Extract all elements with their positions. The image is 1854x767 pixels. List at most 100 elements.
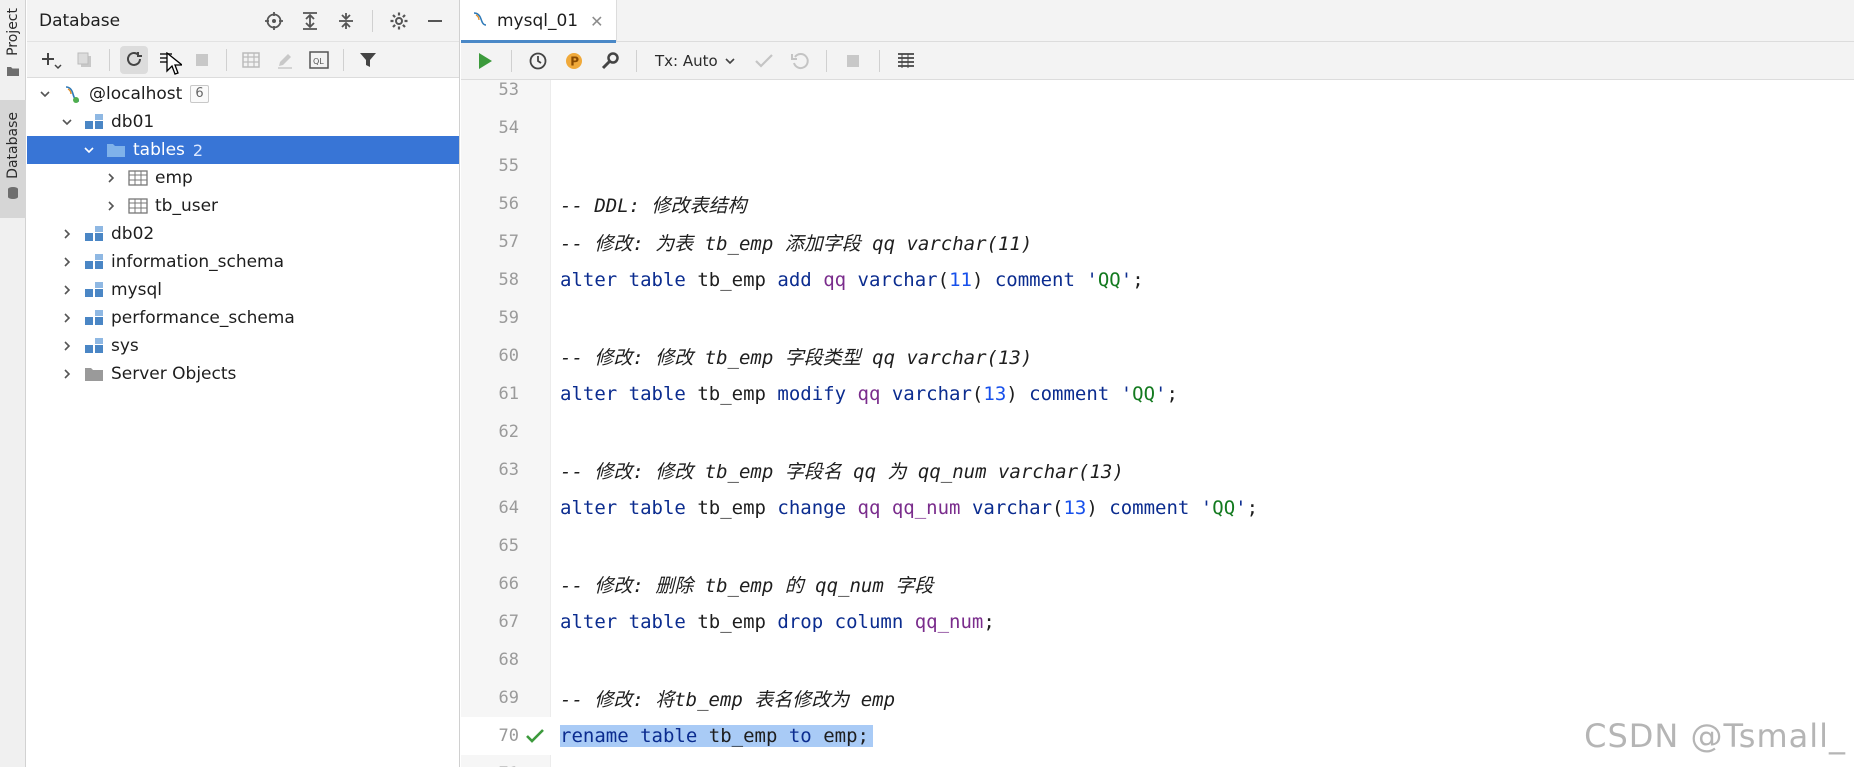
database-tool-tab[interactable]: Database [0,100,26,218]
line-number: 59 [498,308,519,328]
table-icon [127,168,149,188]
line-number: 53 [498,80,519,100]
add-icon[interactable] [37,46,65,74]
code-line[interactable]: 56 -- DDL: 修改表结构 [461,185,1854,223]
transaction-mode-dropdown[interactable]: Tx: Auto [649,52,742,70]
gear-icon[interactable] [385,7,413,35]
tree-item-label: Server Objects [111,364,237,384]
sql-console-icon[interactable]: QL [305,46,333,74]
tree-item-db02[interactable]: db02 [27,220,459,248]
folder-icon [6,62,20,81]
toolbar-separator [343,48,344,71]
chevron-down-icon[interactable] [59,114,75,130]
sql-comment: -- 修改: 修改 tb_emp 字段名 qq 为 qq_num varchar… [560,460,1124,483]
code-line[interactable]: 61 alter table tb_emp modify qq varchar(… [461,375,1854,413]
sql-statement: alter table tb_emp add qq varchar(11) co… [560,269,1144,291]
chevron-down-icon [725,57,735,64]
toolbar-separator [109,48,110,71]
code-line[interactable]: 53 [461,80,1854,109]
sql-comment: -- 修改: 为表 tb_emp 添加字段 qq varchar(11) [560,232,1033,255]
filter-icon[interactable] [354,46,382,74]
results-layout-icon[interactable] [892,47,920,75]
folder-icon [83,364,105,384]
close-icon[interactable]: ✕ [590,12,603,31]
chevron-right-icon[interactable] [59,226,75,242]
tree-item-localhost[interactable]: @localhost 6 [27,80,459,108]
code-line[interactable]: 60 -- 修改: 修改 tb_emp 字段类型 qq varchar(13) [461,337,1854,375]
code-line[interactable]: 63 -- 修改: 修改 tb_emp 字段名 qq 为 qq_num varc… [461,451,1854,489]
commit-icon[interactable] [750,47,778,75]
code-line[interactable]: 62 [461,413,1854,451]
code-line[interactable]: 66 -- 修改: 删除 tb_emp 的 qq_num 字段 [461,565,1854,603]
code-line[interactable]: 67 alter table tb_emp drop column qq_num… [461,603,1854,641]
refresh-icon[interactable] [120,45,148,74]
code-line[interactable]: 57 -- 修改: 为表 tb_emp 添加字段 qq varchar(11) [461,223,1854,261]
database-panel-header: Database [27,0,459,42]
tree-item-sys[interactable]: sys [27,332,459,360]
code-line[interactable]: 64 alter table tb_emp change qq qq_num v… [461,489,1854,527]
expand-all-icon[interactable] [296,7,324,35]
tree-item-db01[interactable]: db01 [27,108,459,136]
line-number: 57 [498,232,519,252]
chevron-right-icon[interactable] [59,366,75,382]
database-tree: @localhost 6 db01 tables 2 emp tb_user d… [27,78,459,388]
edit-icon[interactable] [271,46,299,74]
locate-icon[interactable] [260,7,288,35]
code-line[interactable]: 68 [461,641,1854,679]
sql-statement: alter table tb_emp change qq qq_num varc… [560,497,1259,519]
chevron-right-icon[interactable] [59,310,75,326]
minimize-icon[interactable] [421,7,449,35]
execute-icon[interactable] [471,47,499,75]
tree-item-tb-user[interactable]: tb_user [27,192,459,220]
line-number: 61 [498,384,519,404]
line-number: 55 [498,156,519,176]
chevron-right-icon[interactable] [59,338,75,354]
database-tab-label: Database [5,112,21,179]
project-tab-label: Project [5,8,21,56]
tool-window-strip: Project Database [0,0,26,767]
database-panel: Database QL @localhost 6 db01 tables 2 e… [27,0,460,767]
tab-label: mysql_01 [497,11,579,31]
toolbar-separator [878,49,880,72]
tree-item-label: tb_user [155,196,219,216]
tree-item-label: performance_schema [111,308,295,328]
chevron-right-icon[interactable] [103,198,119,214]
code-line[interactable]: 71 [461,755,1854,767]
tree-item-emp[interactable]: emp [27,164,459,192]
tree-item-performance-schema[interactable]: performance_schema [27,304,459,332]
tree-item-label: db02 [111,224,155,244]
tree-item-tables[interactable]: tables 2 [27,136,459,164]
sql-comment: -- 修改: 删除 tb_emp 的 qq_num 字段 [560,574,934,597]
wrench-icon[interactable] [596,47,624,75]
history-icon[interactable] [524,47,552,75]
chevron-right-icon[interactable] [59,254,75,270]
tree-item-information-schema[interactable]: information_schema [27,248,459,276]
code-line[interactable]: 69 -- 修改: 将tb_emp 表名修改为 emp [461,679,1854,717]
code-line[interactable]: 59 [461,299,1854,337]
code-line[interactable]: 58 alter table tb_emp add qq varchar(11)… [461,261,1854,299]
sql-statement-selected: rename table tb_emp to emp; [560,725,873,747]
project-tool-tab[interactable]: Project [0,8,26,86]
schema-icon [83,112,105,132]
duplicate-icon[interactable] [71,46,99,74]
chevron-right-icon[interactable] [59,282,75,298]
tree-item-mysql[interactable]: mysql [27,276,459,304]
collapse-all-icon[interactable] [332,7,360,35]
stop-icon[interactable] [188,46,216,74]
code-area[interactable]: 53 54 55 56 -- DDL: 修改表结构 57 -- 修改: 为表 t… [461,80,1854,767]
connection-count-badge: 6 [190,85,209,103]
chevron-down-icon[interactable] [37,86,53,102]
tree-item-server-objects[interactable]: Server Objects [27,360,459,388]
chevron-down-icon[interactable] [81,142,97,158]
tree-item-label: db01 [111,112,155,132]
code-line[interactable]: 65 [461,527,1854,565]
tab-mysql-01[interactable]: mysql_01 ✕ [461,0,617,43]
stop-icon[interactable] [839,47,867,75]
tree-item-label: tables [133,140,185,160]
code-line[interactable]: 55 [461,147,1854,185]
chevron-right-icon[interactable] [103,170,119,186]
rollback-icon[interactable] [786,47,814,75]
table-view-icon[interactable] [237,46,265,74]
code-line[interactable]: 54 [461,109,1854,147]
explain-plan-icon[interactable]: P [560,47,588,75]
